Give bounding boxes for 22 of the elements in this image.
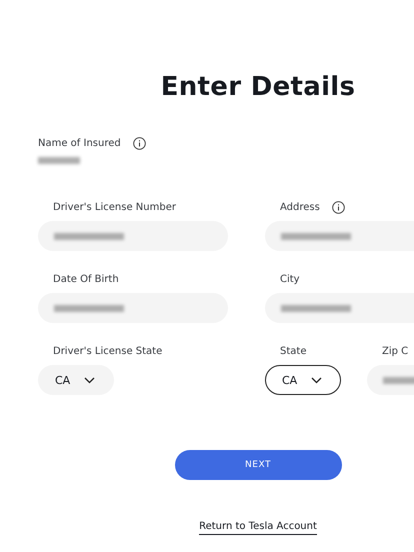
input-field[interactable] bbox=[265, 293, 414, 323]
field-label: State bbox=[280, 346, 306, 356]
info-icon[interactable] bbox=[132, 136, 146, 150]
field-label: Address bbox=[280, 202, 320, 212]
field-label: Driver's License Number bbox=[53, 202, 176, 212]
next-button[interactable]: NEXT bbox=[174, 450, 342, 480]
input-field[interactable] bbox=[265, 221, 414, 251]
state-dropdown[interactable]: CA bbox=[38, 365, 114, 395]
chevron-down-icon bbox=[84, 376, 96, 384]
field-label: Date Of Birth bbox=[53, 274, 119, 284]
field-label: City bbox=[280, 274, 300, 284]
input-field[interactable] bbox=[38, 221, 228, 251]
input-field[interactable] bbox=[38, 293, 228, 323]
field-label: Name of Insured bbox=[38, 138, 121, 148]
field-label: Driver's License State bbox=[53, 346, 162, 356]
info-icon[interactable] bbox=[332, 200, 345, 214]
page-title: Enter Details bbox=[160, 72, 356, 102]
return-link[interactable]: Return to Tesla Account bbox=[199, 521, 317, 535]
field-label: Zip C bbox=[382, 346, 408, 356]
blurred-name-value bbox=[38, 157, 80, 164]
state-dropdown[interactable]: CA bbox=[265, 365, 341, 395]
chevron-down-icon bbox=[311, 376, 322, 384]
